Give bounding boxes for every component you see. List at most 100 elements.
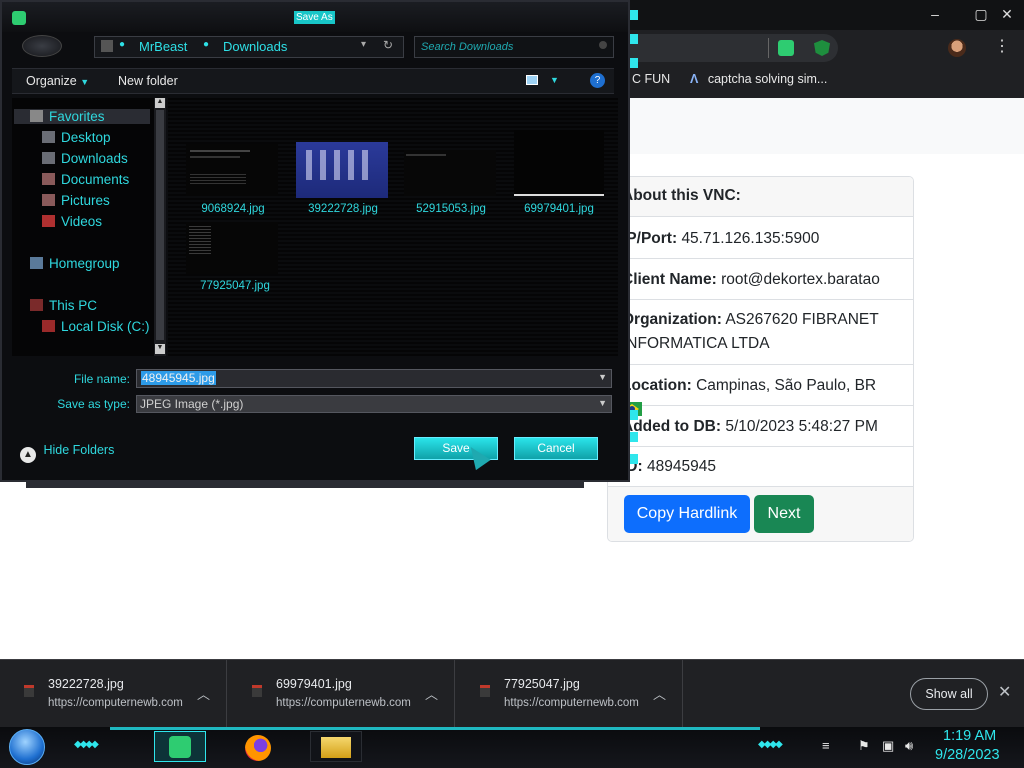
search-icon: [599, 41, 607, 49]
taskbar-accent: [110, 727, 760, 730]
bookmark-captcha[interactable]: Λ captcha solving sim...: [690, 72, 827, 86]
chevron-down-icon[interactable]: ▼: [550, 75, 559, 85]
next-button[interactable]: Next: [754, 495, 814, 533]
show-all-button[interactable]: Show all: [910, 678, 988, 710]
save-type-label: Save as type:: [57, 397, 130, 411]
chevron-up-icon[interactable]: ︿: [653, 684, 666, 703]
nav-favorites[interactable]: Favorites: [14, 109, 150, 124]
hide-folders-button[interactable]: ▲ Hide Folders: [20, 443, 114, 463]
nav-downloads[interactable]: Downloads: [42, 151, 128, 166]
file-icon: [480, 685, 490, 697]
organize-button[interactable]: Organize ▼: [26, 74, 89, 88]
row-organization: Organization: AS267620 FIBRANET INFORMAT…: [608, 300, 913, 365]
breadcrumb-item[interactable]: MrBeast: [139, 39, 187, 54]
avatar[interactable]: [948, 39, 966, 57]
chevron-up-icon[interactable]: ︿: [425, 684, 438, 703]
clock-time[interactable]: 1:19 AM: [943, 728, 996, 744]
search-input[interactable]: Search Downloads: [414, 36, 614, 58]
extension-icon[interactable]: [778, 40, 794, 56]
row-label: Organization:: [622, 311, 722, 328]
card-footer: Copy Hardlink Next: [608, 487, 913, 541]
dialog-toolbar: Organize ▼ New folder ▼ ?: [12, 68, 614, 94]
file-name: 52915053.jpg: [416, 203, 486, 215]
nav-pictures[interactable]: Pictures: [42, 193, 110, 208]
file-name-input[interactable]: 48945945.jpg ▼: [136, 369, 612, 388]
volume-icon[interactable]: 🔊︎: [905, 738, 913, 754]
scroll-down-icon[interactable]: ▼: [155, 344, 165, 354]
file-thumbnail: [186, 222, 278, 274]
nav-homegroup[interactable]: Homegroup: [30, 256, 120, 271]
refresh-icon[interactable]: ↻: [383, 38, 393, 52]
taskbar-app-explorer[interactable]: [310, 731, 362, 762]
row-value: 5/10/2023 5:48:27 PM: [725, 418, 878, 435]
cancel-button[interactable]: Cancel: [514, 437, 598, 460]
network-icon[interactable]: ▣: [882, 738, 894, 754]
row-value: Campinas, São Paulo, BR: [696, 377, 877, 394]
scroll-thumb[interactable]: [156, 110, 164, 340]
nav-label: Pictures: [61, 193, 110, 208]
download-name: 77925047.jpg: [504, 677, 580, 691]
address-bar[interactable]: [630, 34, 838, 62]
menu-icon[interactable]: ⋮: [994, 36, 1010, 56]
nav-videos[interactable]: Videos: [42, 214, 102, 229]
file-thumbnail: [514, 130, 604, 196]
row-value: root@dekortex.baratao: [721, 271, 880, 288]
downloads-shelf: 39222728.jpg https://computernewb.com ︿ …: [0, 659, 1024, 728]
bookmark-label: captcha solving sim...: [707, 72, 828, 86]
nav-label: Desktop: [61, 130, 111, 145]
maximize-icon[interactable]: ▢: [970, 6, 992, 22]
dialog-titlebar[interactable]: Save As: [2, 2, 628, 32]
explorer-icon: [321, 737, 351, 758]
download-item[interactable]: 77925047.jpg https://computernewb.com ︿: [456, 660, 683, 728]
scroll-up-icon[interactable]: ▲: [155, 98, 165, 108]
breadcrumb[interactable]: ● MrBeast ● Downloads ▾ ↻: [94, 36, 404, 58]
clock-date[interactable]: 9/28/2023: [935, 747, 1000, 763]
download-item[interactable]: 39222728.jpg https://computernewb.com ︿: [0, 660, 227, 728]
flag-icon[interactable]: ⚑: [858, 738, 870, 754]
nav-this-pc[interactable]: This PC: [30, 298, 97, 313]
download-source: https://computernewb.com: [276, 697, 411, 709]
navigation-pane: Favorites Desktop Downloads Documents Pi…: [12, 98, 164, 356]
nav-label: Downloads: [61, 151, 128, 166]
save-type-value: JPEG Image (*.jpg): [140, 397, 244, 411]
save-type-select[interactable]: JPEG Image (*.jpg) ▼: [136, 395, 612, 413]
chevron-down-icon: ▼: [80, 77, 90, 87]
taskbar-app-firefox[interactable]: [232, 731, 284, 762]
show-desktop-icon[interactable]: ≡: [822, 738, 830, 753]
chevron-down-icon[interactable]: ▾: [361, 39, 366, 50]
back-icon[interactable]: [22, 35, 62, 57]
nav-label: This PC: [49, 298, 98, 313]
row-location: Location: Campinas, São Paulo, BR: [608, 365, 913, 416]
chevron-down-icon[interactable]: ▼: [598, 372, 607, 382]
breadcrumb-item[interactable]: Downloads: [223, 39, 287, 54]
bookmark-cfun[interactable]: C FUN: [632, 72, 670, 86]
taskbar-app-notes[interactable]: [154, 731, 206, 762]
view-icon[interactable]: [526, 75, 538, 85]
minimize-icon[interactable]: –: [924, 6, 946, 22]
frame-accent: [630, 432, 638, 442]
copy-hardlink-button[interactable]: Copy Hardlink: [624, 495, 750, 533]
download-name: 39222728.jpg: [48, 677, 124, 691]
download-source: https://computernewb.com: [48, 697, 183, 709]
star-icon: [30, 110, 43, 122]
chevron-down-icon[interactable]: ▼: [598, 398, 607, 408]
frame-accent: [630, 58, 638, 68]
nav-local-disk[interactable]: Local Disk (C:): [42, 319, 150, 334]
nav-desktop[interactable]: Desktop: [42, 130, 111, 145]
close-window-icon[interactable]: ✕: [996, 6, 1018, 22]
new-folder-button[interactable]: New folder: [118, 74, 178, 88]
dialog-shadow: [26, 482, 584, 488]
nav-documents[interactable]: Documents: [42, 172, 129, 187]
nav-scrollbar[interactable]: ▲ ▼: [154, 98, 166, 356]
app-icon: [169, 736, 191, 758]
taskbar-decoration: ◆◆◆◆: [74, 739, 99, 750]
search-placeholder: Search Downloads: [421, 41, 514, 53]
close-icon[interactable]: ✕: [998, 682, 1011, 702]
start-button[interactable]: [9, 729, 45, 765]
videos-icon: [42, 215, 55, 227]
chevron-up-icon[interactable]: ︿: [197, 684, 210, 703]
download-item[interactable]: 69979401.jpg https://computernewb.com ︿: [228, 660, 455, 728]
chevron-right-icon: ●: [119, 39, 126, 50]
help-icon[interactable]: ?: [590, 73, 605, 88]
file-name: 39222728.jpg: [308, 203, 378, 215]
